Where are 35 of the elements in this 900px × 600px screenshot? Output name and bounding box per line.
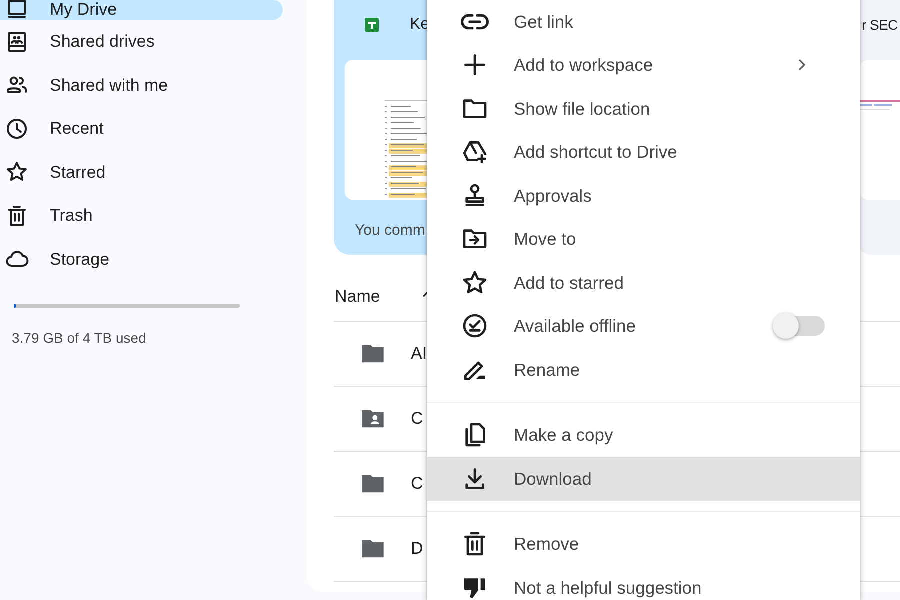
file-title: r SEC (862, 16, 898, 34)
sidebar-item[interactable]: Storage (0, 238, 283, 281)
file-name[interactable]: AI (411, 341, 428, 367)
spreadsheet-icon (365, 18, 379, 32)
menu-item[interactable]: Get link (427, 0, 860, 44)
sidebar-item[interactable]: Shared drives (0, 20, 283, 64)
column-header[interactable]: Name (335, 284, 380, 310)
sidebar-item[interactable]: Recent (0, 107, 283, 150)
menu-item[interactable]: Download (427, 457, 860, 500)
menu-item[interactable]: Move to (427, 218, 860, 261)
sidebar-item[interactable]: Shared with me (0, 64, 283, 107)
trash-icon (5, 204, 29, 228)
sidebar-item[interactable]: My Drive (0, 0, 283, 20)
sidebar-item[interactable]: Trash (0, 194, 283, 238)
menu-item[interactable]: Make a copy (427, 414, 860, 457)
activity-text: You comm (355, 221, 426, 241)
file-name[interactable]: C (411, 471, 424, 497)
file-name[interactable]: D (411, 536, 424, 562)
document-thumbnail-drawing (860, 100, 900, 110)
menu-item[interactable]: Show file location (427, 87, 860, 130)
offline-check-icon (461, 312, 489, 340)
menu-item[interactable]: Available offline (427, 304, 860, 348)
menu-item[interactable]: Rename (427, 348, 860, 392)
storage-usage: 3.79 GB of 4 TB used (12, 329, 146, 348)
menu-item[interactable]: Add to workspace (427, 44, 860, 87)
menu-item[interactable]: Add to starred (427, 261, 860, 304)
menu-item[interactable]: Add shortcut to Drive (427, 130, 860, 174)
toggle-switch[interactable] (775, 316, 825, 336)
shared-drives-icon (5, 30, 29, 54)
file-name[interactable]: C (411, 406, 424, 432)
menu-item[interactable]: Not a helpful suggestion (427, 566, 860, 600)
menu-item[interactable]: Approvals (427, 174, 860, 218)
clock-icon (5, 116, 29, 141)
sidebar-item[interactable]: Starred (0, 150, 283, 194)
menu-item[interactable]: Remove (427, 522, 860, 566)
